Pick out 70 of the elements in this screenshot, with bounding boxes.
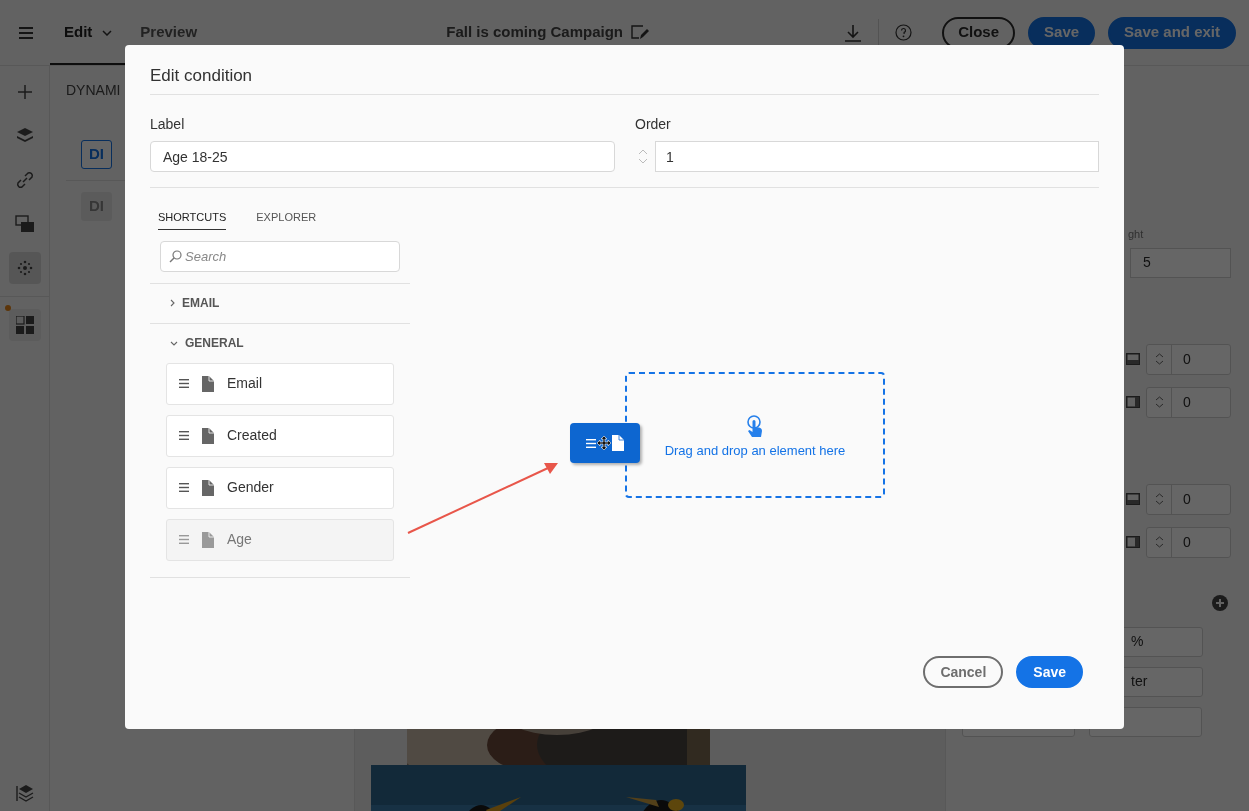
dialog-title: Edit condition xyxy=(150,64,253,87)
number-stepper[interactable]: 0 xyxy=(1146,343,1231,375)
field-item[interactable]: Created xyxy=(166,414,394,457)
drag-handle-icon[interactable] xyxy=(179,535,189,544)
border-side-icon xyxy=(1126,353,1140,365)
button[interactable]: Cancel xyxy=(923,656,1004,688)
chevron-down-icon[interactable] xyxy=(1154,543,1164,548)
search-field[interactable]: Search xyxy=(160,240,400,272)
drop-zone-text: Drag and drop an element here xyxy=(664,442,846,461)
chevron-up-icon[interactable] xyxy=(637,149,648,155)
rail-button[interactable] xyxy=(8,252,41,284)
chevron-up-icon[interactable] xyxy=(1154,396,1164,401)
input-field[interactable]: 5 xyxy=(1130,247,1231,278)
add-icon[interactable] xyxy=(1212,594,1228,611)
file-icon xyxy=(202,531,214,548)
drag-handle-icon[interactable] xyxy=(179,379,189,388)
input-field[interactable]: 1 xyxy=(655,141,1099,172)
search-icon xyxy=(169,249,182,263)
chevron-up-icon[interactable] xyxy=(1154,536,1164,541)
chevron-down-icon[interactable] xyxy=(1154,500,1164,505)
border-side-icon xyxy=(1126,536,1140,548)
field-label: Label xyxy=(150,115,186,134)
drag-handle-icon[interactable] xyxy=(179,431,189,440)
chevron-up-icon[interactable] xyxy=(1154,493,1164,498)
field-item[interactable]: Age xyxy=(166,518,394,561)
menu-icon[interactable] xyxy=(19,26,33,39)
images-icon[interactable] xyxy=(14,215,35,233)
group-header[interactable]: GENERAL xyxy=(150,323,244,363)
panel-heading: DYNAMI xyxy=(66,80,121,100)
drag-handle-icon xyxy=(586,438,596,448)
input-field[interactable]: Age 18-25 xyxy=(150,141,615,172)
sparkle-icon xyxy=(15,259,34,277)
block-item[interactable]: DI xyxy=(81,139,112,169)
layers-icon[interactable] xyxy=(15,127,34,145)
number-stepper[interactable]: 0 xyxy=(1146,526,1231,558)
file-icon xyxy=(202,427,214,444)
tab[interactable]: SHORTCUTS xyxy=(158,209,227,230)
chevron-down-icon[interactable] xyxy=(637,158,648,164)
file-icon xyxy=(202,375,214,392)
drag-handle-icon[interactable] xyxy=(179,483,189,492)
group-header[interactable]: EMAIL xyxy=(150,283,220,323)
number-stepper[interactable]: 0 xyxy=(1146,483,1231,515)
file-icon xyxy=(612,435,624,451)
chevron-down-icon xyxy=(170,340,178,346)
border-side-icon xyxy=(1126,493,1140,505)
button[interactable]: Save xyxy=(1016,656,1083,688)
tab[interactable]: Preview xyxy=(126,0,212,65)
campaign-title: Fall is coming Campaign xyxy=(446,22,623,43)
download-icon[interactable] xyxy=(844,23,863,42)
number-stepper[interactable]: 0 xyxy=(1146,386,1231,418)
chevron-right-icon xyxy=(170,299,175,307)
chevron-down-icon[interactable] xyxy=(1154,360,1164,365)
link-icon[interactable] xyxy=(15,171,34,189)
layers-icon[interactable] xyxy=(14,783,35,803)
move-cursor-icon xyxy=(597,436,611,450)
field-item[interactable]: Email xyxy=(166,362,394,405)
chevron-up-icon[interactable] xyxy=(1154,353,1164,358)
field-label: Order xyxy=(635,115,672,134)
touch-icon xyxy=(746,415,764,438)
tab[interactable]: EXPLORER xyxy=(256,209,317,230)
chevron-down-icon[interactable] xyxy=(1154,403,1164,408)
help-icon[interactable] xyxy=(895,24,913,41)
border-side-icon xyxy=(1126,396,1140,408)
field-item[interactable]: Gender xyxy=(166,466,394,509)
file-icon xyxy=(202,479,214,496)
plus-icon[interactable] xyxy=(16,84,33,100)
edit-icon[interactable] xyxy=(631,24,649,41)
button[interactable]: Save and exit xyxy=(1108,16,1236,49)
blocks-icon xyxy=(15,316,34,334)
caret-icon[interactable] xyxy=(102,29,113,36)
